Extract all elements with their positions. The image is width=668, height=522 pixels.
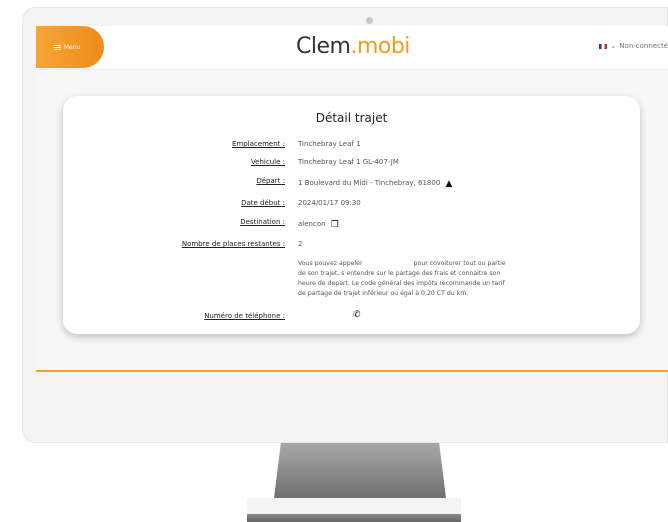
orange-divider — [36, 370, 668, 372]
header: Menu Clem.mobi ⌄ Non-connecté — [36, 26, 668, 70]
label-depart[interactable]: Départ : — [256, 177, 285, 185]
label-destination[interactable]: Destination : — [240, 218, 285, 226]
description-line: de son trajet, s entendre sur le partage… — [298, 270, 501, 277]
depart-address: 1 Boulevard du Midi - Tinchebray, 61800 — [298, 179, 441, 187]
menu-icon — [54, 44, 61, 50]
monitor-stand-foot — [247, 514, 461, 522]
logo-text-2: .mobi — [350, 34, 410, 59]
navigation-arrow-icon[interactable]: ▲ — [446, 179, 453, 189]
destination-text: alencon — [298, 220, 326, 228]
value-depart: 1 Boulevard du Midi - Tinchebray, 61800 … — [298, 179, 452, 189]
chevron-down-icon: ⌄ — [610, 42, 617, 50]
login-status: Non-connecté — [619, 42, 668, 50]
label-places-restantes[interactable]: Nombre de places restantes : — [182, 240, 285, 248]
language-selector[interactable]: ⌄ Non-connecté — [599, 42, 668, 50]
screen: Menu Clem.mobi ⌄ Non-connecté Détail tra… — [36, 26, 668, 372]
description-line: Vous pouvez appeler pour covoiturer tout… — [298, 260, 506, 267]
carpool-description: Vous pouvez appeler pour covoiturer tout… — [298, 259, 543, 299]
logo-text-1: Clem — [296, 34, 351, 59]
copy-icon[interactable]: ❐ — [331, 220, 339, 230]
phone-icon[interactable]: ✆ — [353, 310, 361, 320]
value-emplacement: Tinchebray Leaf 1 — [298, 140, 361, 148]
label-telephone[interactable]: Numéro de téléphone : — [204, 312, 285, 320]
menu-label: Menu — [64, 43, 81, 51]
value-destination: alencon ❐ — [298, 220, 339, 230]
value-date-debut: 2024/01/17 09:30 — [298, 199, 361, 207]
trip-detail-card: Détail trajet Emplacement : Tinchebray L… — [63, 96, 640, 334]
monitor-stand-neck — [274, 443, 446, 498]
label-vehicule[interactable]: Vehicule : — [251, 158, 285, 166]
card-title: Détail trajet — [315, 111, 388, 125]
label-date-debut[interactable]: Date début : — [241, 199, 285, 207]
france-flag-icon — [599, 43, 608, 49]
menu-button[interactable]: Menu — [36, 26, 104, 68]
camera-dot — [366, 17, 373, 24]
description-line: heure de depart. Le code général des imp… — [298, 280, 505, 287]
label-emplacement[interactable]: Emplacement : — [232, 140, 285, 148]
logo[interactable]: Clem.mobi — [296, 34, 410, 59]
value-vehicule: Tinchebray Leaf 1 GL-407-JM — [298, 158, 399, 166]
description-line: de partage de trajet inférieur ou égal à… — [298, 290, 469, 297]
value-places-restantes: 2 — [298, 240, 303, 248]
